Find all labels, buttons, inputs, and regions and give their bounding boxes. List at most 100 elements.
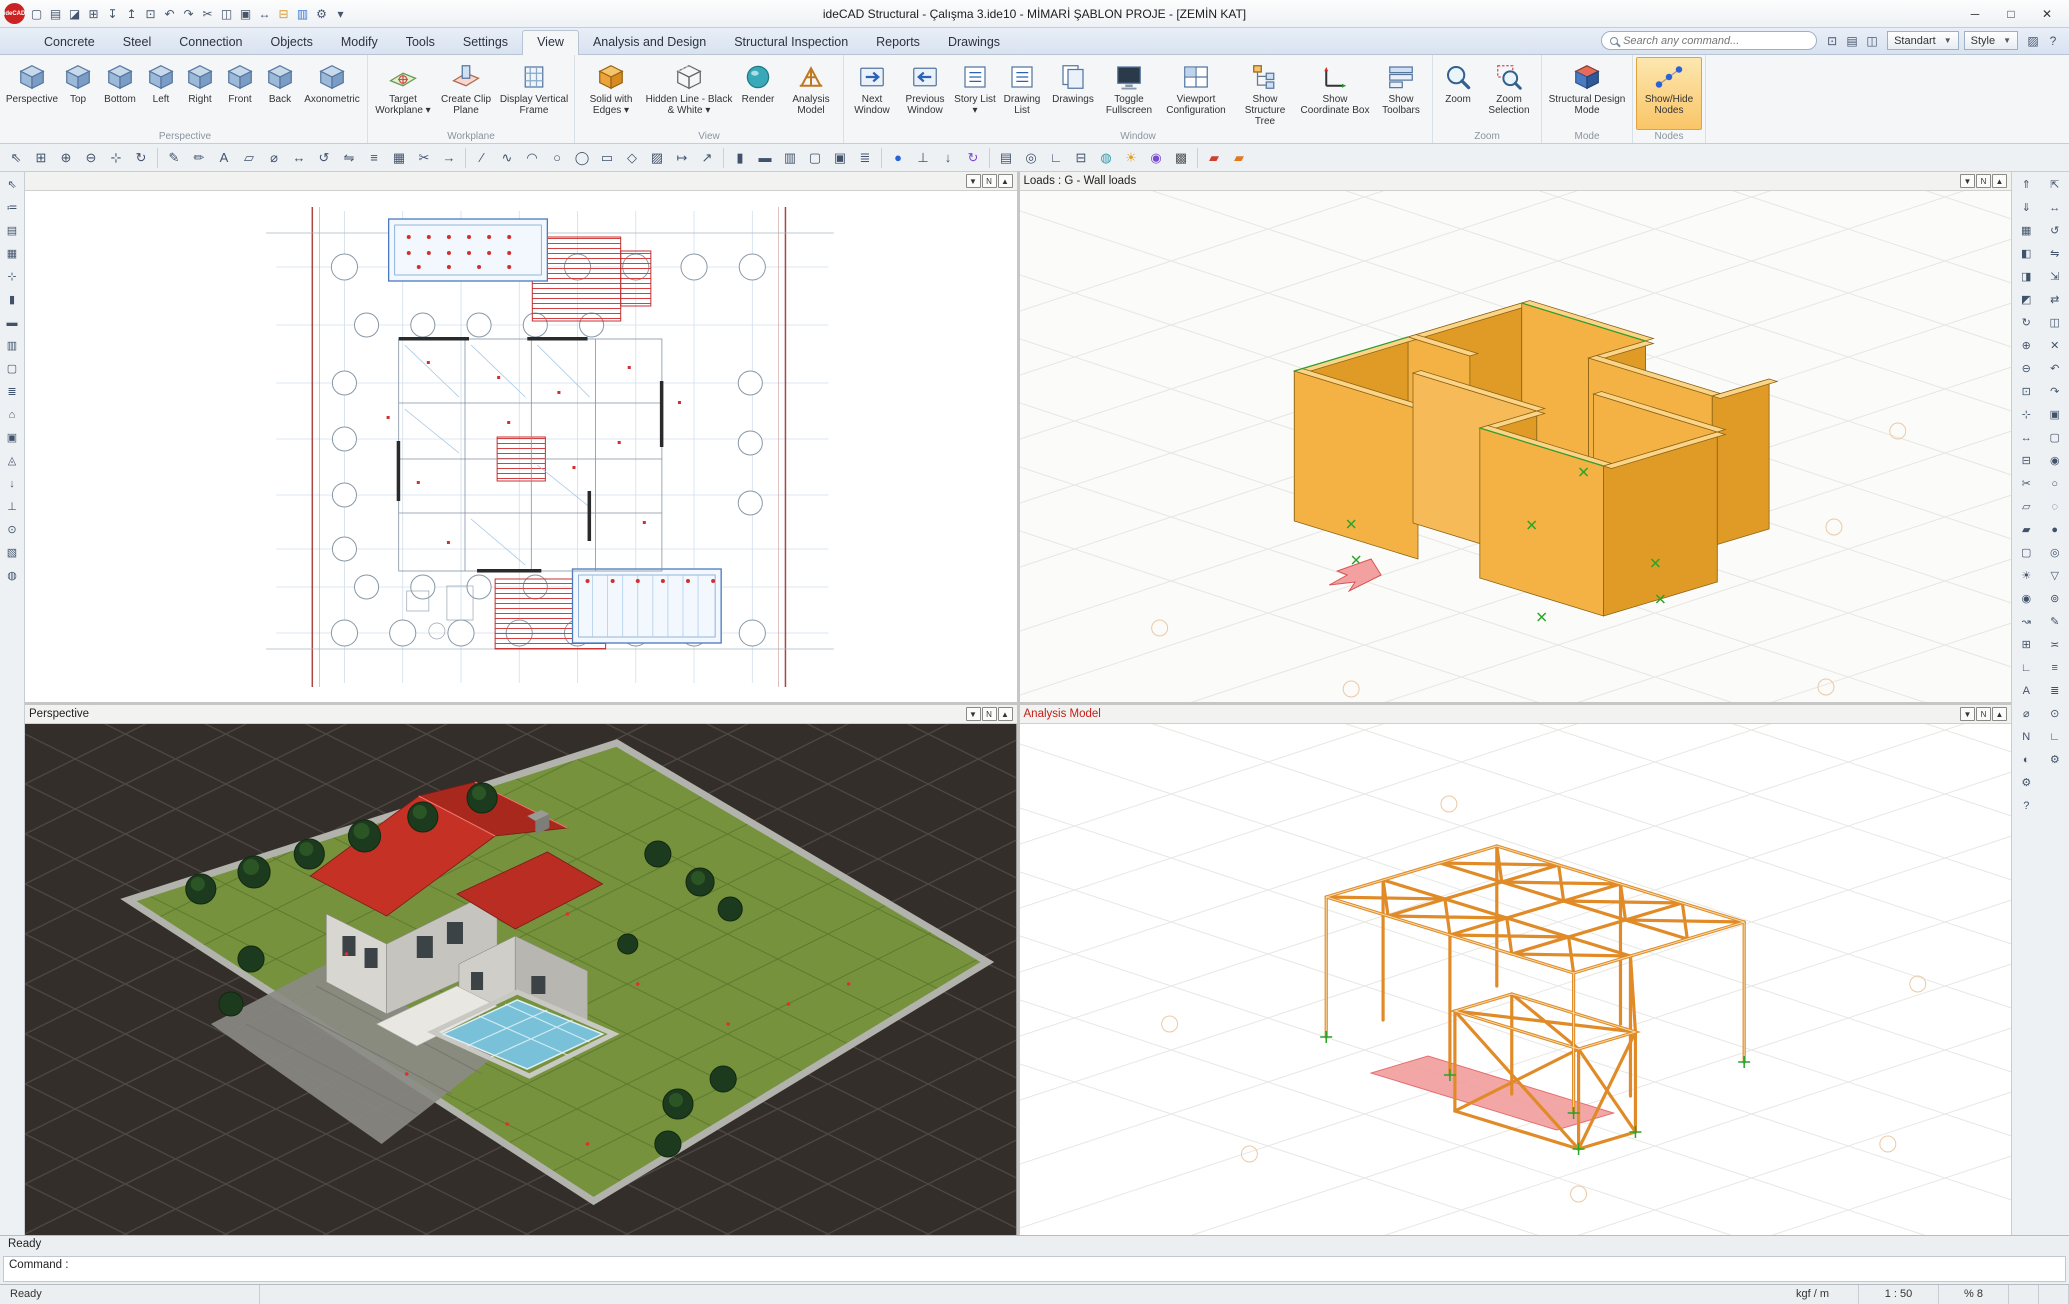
align-icon[interactable]: ≡: [2044, 657, 2066, 678]
cut-icon[interactable]: ✂: [198, 3, 217, 24]
redo2-icon[interactable]: ↷: [2044, 381, 2066, 402]
group-icon[interactable]: ▣: [2044, 404, 2066, 425]
view-settings-icon[interactable]: ⚙: [2015, 772, 2037, 793]
tab-view[interactable]: View: [522, 30, 579, 55]
dimension-icon[interactable]: ↦: [670, 146, 694, 170]
viewport-menu-button[interactable]: ▼: [1960, 707, 1975, 721]
grid2-icon[interactable]: ⊞: [2015, 634, 2037, 655]
scale-icon[interactable]: ⇲: [2044, 266, 2066, 287]
next-window-button[interactable]: Next Window: [847, 57, 897, 130]
floor-plan-drawing[interactable]: [25, 191, 1017, 702]
viewport-configuration-button[interactable]: Viewport Configuration: [1159, 57, 1233, 130]
labels-icon[interactable]: A: [2015, 680, 2037, 701]
zoom-selection-button[interactable]: Zoom Selection: [1480, 57, 1538, 130]
tab-concrete[interactable]: Concrete: [30, 31, 109, 54]
viewport-maximize-button[interactable]: ▲: [1992, 707, 2007, 721]
select-arrow-icon[interactable]: ⇖: [4, 146, 28, 170]
mirror-icon[interactable]: ⇋: [337, 146, 361, 170]
tab-tools[interactable]: Tools: [392, 31, 449, 54]
print-icon[interactable]: ⊡: [141, 3, 160, 24]
text-icon[interactable]: A: [212, 146, 236, 170]
stretch-icon[interactable]: ⇄: [2044, 289, 2066, 310]
style-select[interactable]: Style ▼: [1964, 31, 2018, 50]
support-icon[interactable]: ⊥: [2, 496, 23, 517]
drawings-button[interactable]: Drawings: [1047, 57, 1099, 130]
command-search[interactable]: [1601, 31, 1817, 50]
front-view-button[interactable]: Front: [220, 57, 260, 130]
polyline-icon[interactable]: ∿: [495, 146, 519, 170]
display-icon[interactable]: ◫: [1862, 31, 1882, 50]
line-icon[interactable]: ∕: [470, 146, 494, 170]
leader-icon[interactable]: ↗: [695, 146, 719, 170]
maximize-button[interactable]: □: [1993, 2, 2029, 26]
viewport-north-button[interactable]: N: [1976, 707, 1991, 721]
node-tool-icon[interactable]: ●: [886, 146, 910, 170]
story-list-button[interactable]: Story List ▾: [953, 57, 997, 130]
side-view-icon[interactable]: ◨: [2015, 266, 2037, 287]
stories-icon[interactable]: ▦: [2, 243, 23, 264]
analysis-model-button[interactable]: Analysis Model: [782, 57, 840, 130]
tab-reports[interactable]: Reports: [862, 31, 934, 54]
paste-icon[interactable]: ▣: [236, 3, 255, 24]
grid-toggle-icon[interactable]: ⊟: [1069, 146, 1093, 170]
stair-tool-icon[interactable]: ≣: [853, 146, 877, 170]
zoom-fit-icon[interactable]: ⊡: [2015, 381, 2037, 402]
status-scale[interactable]: 1 : 50: [1859, 1285, 1939, 1304]
hatch-icon[interactable]: ▨: [645, 146, 669, 170]
copy2-icon[interactable]: ◫: [2044, 312, 2066, 333]
display-vertical-frame-button[interactable]: Display Vertical Frame: [497, 57, 571, 130]
node-icon[interactable]: ⊙: [2, 519, 23, 540]
rotate2-icon[interactable]: ↺: [2044, 220, 2066, 241]
tab-connection[interactable]: Connection: [165, 31, 256, 54]
front-view2-icon[interactable]: ◧: [2015, 243, 2037, 264]
find-icon[interactable]: ⊚: [2044, 588, 2066, 609]
iso-view-icon[interactable]: ◩: [2015, 289, 2037, 310]
measure-icon[interactable]: ↔: [255, 3, 274, 24]
viewport-maximize-button[interactable]: ▲: [998, 174, 1013, 188]
viewport-north-button[interactable]: N: [1976, 174, 1991, 188]
help-icon[interactable]: ?: [2043, 31, 2063, 50]
viewport-north-button[interactable]: N: [982, 707, 997, 721]
extend-icon[interactable]: →: [437, 146, 461, 170]
ortho-icon[interactable]: ∟: [1044, 146, 1068, 170]
undo2-icon[interactable]: ↶: [2044, 358, 2066, 379]
tab-modify[interactable]: Modify: [327, 31, 392, 54]
tab-structural-inspection[interactable]: Structural Inspection: [720, 31, 862, 54]
wall-tool-icon[interactable]: ▥: [778, 146, 802, 170]
paint-icon[interactable]: ✎: [2044, 611, 2066, 632]
camera2-icon[interactable]: ◉: [2015, 588, 2037, 609]
options-icon[interactable]: ⚙: [2044, 749, 2066, 770]
viewport-analysis-model[interactable]: Analysis Model ▼N▲: [1020, 705, 2012, 1235]
snap-icon[interactable]: ⊙: [2044, 703, 2066, 724]
layout-icon[interactable]: ▤: [1842, 31, 1862, 50]
axes2-icon[interactable]: ∟: [2015, 657, 2037, 678]
story-down-icon[interactable]: ⇓: [2015, 197, 2037, 218]
minimize-button[interactable]: ─: [1957, 2, 1993, 26]
save-icon[interactable]: ◪: [65, 3, 84, 24]
viewport-maximize-button[interactable]: ▲: [1992, 174, 2007, 188]
stair-icon[interactable]: ≣: [2, 381, 23, 402]
foundation-icon[interactable]: ▣: [2, 427, 23, 448]
array-icon[interactable]: ▦: [387, 146, 411, 170]
render-settings-icon[interactable]: ◍: [1094, 146, 1118, 170]
render-button[interactable]: Render: [734, 57, 782, 130]
roof-icon[interactable]: ⌂: [2, 404, 23, 425]
viewport-menu-button[interactable]: ▼: [966, 174, 981, 188]
zoom-in-icon[interactable]: ⊕: [54, 146, 78, 170]
edges-icon[interactable]: ▢: [2015, 542, 2037, 563]
command-input[interactable]: Command :: [3, 1256, 2066, 1282]
ungroup-icon[interactable]: ▢: [2044, 427, 2066, 448]
mirror2-icon[interactable]: ⇋: [2044, 243, 2066, 264]
select-tool-icon[interactable]: ⇖: [2, 174, 23, 195]
zoom-in2-icon[interactable]: ⊕: [2015, 335, 2037, 356]
walkthrough-icon[interactable]: ↝: [2015, 611, 2037, 632]
new-file-icon[interactable]: ▢: [27, 3, 46, 24]
measure2-icon[interactable]: ↔: [2015, 427, 2037, 448]
layers-list-icon[interactable]: ▤: [994, 146, 1018, 170]
dims-icon[interactable]: ⌀: [2015, 703, 2037, 724]
background-icon[interactable]: ▩: [1169, 146, 1193, 170]
north-arrow-icon[interactable]: N: [2015, 726, 2037, 747]
redo-icon[interactable]: ↷: [179, 3, 198, 24]
plan-view-icon[interactable]: ▦: [2015, 220, 2037, 241]
display-orange-icon[interactable]: ▰: [1227, 146, 1251, 170]
